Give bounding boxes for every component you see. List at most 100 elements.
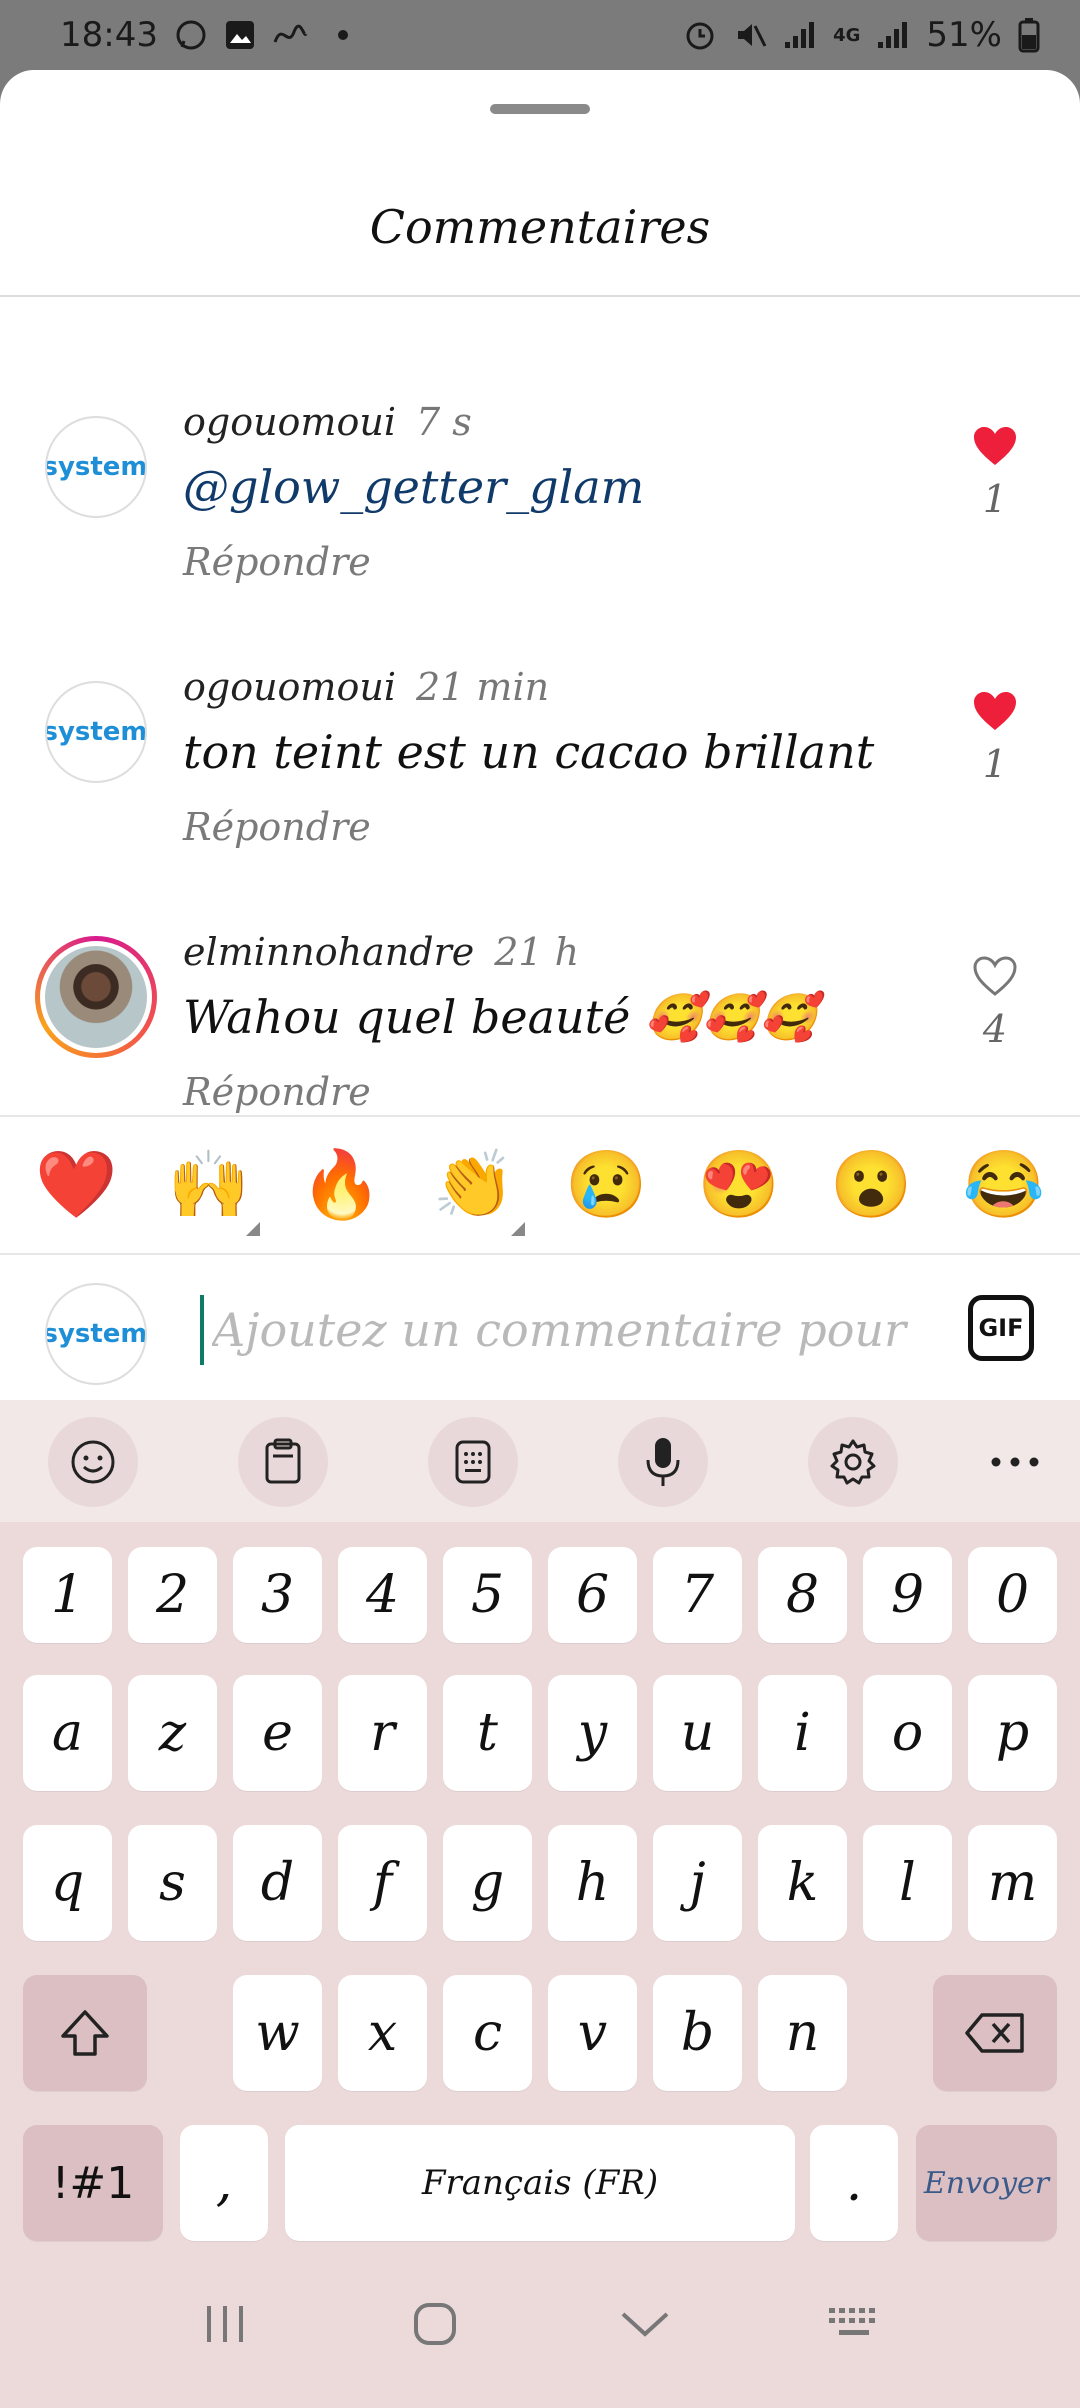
- reaction-heart-eyes[interactable]: 😍: [694, 1140, 784, 1230]
- sheet-drag-handle[interactable]: [490, 104, 590, 114]
- recent-apps-icon[interactable]: [185, 2284, 265, 2364]
- divider: [0, 1115, 1080, 1117]
- gif-button[interactable]: GIF: [968, 1295, 1034, 1361]
- key-a[interactable]: a: [23, 1675, 112, 1791]
- profile-photo: [45, 946, 147, 1048]
- story-avatar[interactable]: [35, 936, 157, 1058]
- comment-username[interactable]: elminnohandre 21 h: [183, 930, 579, 974]
- key-5[interactable]: 5: [443, 1547, 532, 1643]
- key-3[interactable]: 3: [233, 1547, 322, 1643]
- shift-key[interactable]: [23, 1975, 147, 2091]
- key-s[interactable]: s: [128, 1825, 217, 1941]
- clipboard-icon[interactable]: [238, 1417, 328, 1507]
- username-text[interactable]: elminnohandre: [183, 930, 474, 974]
- key-b[interactable]: b: [653, 1975, 742, 2091]
- reaction-surprised[interactable]: 😮: [826, 1140, 916, 1230]
- key-w[interactable]: w: [233, 1975, 322, 2091]
- skin-tone-indicator-icon: [510, 1222, 525, 1236]
- key-y[interactable]: y: [548, 1675, 637, 1791]
- like-button[interactable]: 1: [970, 425, 1020, 521]
- key-f[interactable]: f: [338, 1825, 427, 1941]
- key-j[interactable]: j: [653, 1825, 742, 1941]
- period-key[interactable]: .: [810, 2125, 898, 2241]
- avatar[interactable]: ⁑systeme: [45, 681, 147, 783]
- comment-time: 21 min: [415, 665, 550, 709]
- key-q[interactable]: q: [23, 1825, 112, 1941]
- signature-icon: [272, 17, 308, 53]
- key-o[interactable]: o: [863, 1675, 952, 1791]
- comment-input[interactable]: [200, 1295, 920, 1365]
- whatsapp-icon: [174, 17, 208, 53]
- reaction-glyph: 🙌: [167, 1146, 250, 1223]
- key-h[interactable]: h: [548, 1825, 637, 1941]
- key-d[interactable]: d: [233, 1825, 322, 1941]
- comment-time: 21 h: [494, 930, 580, 974]
- key-m[interactable]: m: [968, 1825, 1057, 1941]
- symbols-key[interactable]: !#1: [23, 2125, 163, 2241]
- username-text[interactable]: ogouomoui: [183, 400, 396, 444]
- key-e[interactable]: e: [233, 1675, 322, 1791]
- reply-button[interactable]: Répondre: [183, 540, 371, 584]
- key-n[interactable]: n: [758, 1975, 847, 2091]
- key-i[interactable]: i: [758, 1675, 847, 1791]
- microphone-icon[interactable]: [618, 1417, 708, 1507]
- reaction-raising-hands[interactable]: 🙌: [164, 1140, 260, 1236]
- key-0[interactable]: 0: [968, 1547, 1057, 1643]
- send-key[interactable]: Envoyer: [916, 2125, 1057, 2241]
- key-4[interactable]: 4: [338, 1547, 427, 1643]
- reply-button[interactable]: Répondre: [183, 805, 371, 849]
- comma-key[interactable]: ,: [180, 2125, 268, 2241]
- keyboard-mode-icon[interactable]: [428, 1417, 518, 1507]
- battery-icon: [1018, 17, 1040, 53]
- reaction-heart[interactable]: ❤️: [31, 1140, 121, 1230]
- comment-username[interactable]: ogouomoui 21 min: [183, 665, 549, 709]
- key-u[interactable]: u: [653, 1675, 742, 1791]
- home-icon[interactable]: [395, 2284, 475, 2364]
- reaction-crying[interactable]: 😢: [561, 1140, 651, 1230]
- reaction-clap[interactable]: 👏: [429, 1140, 525, 1236]
- like-button[interactable]: 1: [970, 690, 1020, 786]
- reaction-fire[interactable]: 🔥: [296, 1140, 386, 1230]
- key-8[interactable]: 8: [758, 1547, 847, 1643]
- reaction-laughing[interactable]: 😂: [959, 1140, 1049, 1230]
- comment-item: ⁑systeme ogouomoui 21 min ton teint est u…: [0, 595, 1080, 849]
- emoji-icon[interactable]: [48, 1417, 138, 1507]
- like-button[interactable]: 4: [970, 955, 1020, 1051]
- key-7[interactable]: 7: [653, 1547, 742, 1643]
- key-z[interactable]: z: [128, 1675, 217, 1791]
- battery-percent: 51%: [926, 15, 1002, 55]
- more-options-icon[interactable]: [970, 1417, 1060, 1507]
- key-c[interactable]: c: [443, 1975, 532, 2091]
- avatar-text: systeme: [45, 452, 147, 482]
- space-key[interactable]: Français (FR): [285, 2125, 795, 2241]
- key-1[interactable]: 1: [23, 1547, 112, 1643]
- key-r[interactable]: r: [338, 1675, 427, 1791]
- comment-username[interactable]: ogouomoui 7 s: [183, 400, 472, 444]
- system-nav-bar: [0, 2240, 1080, 2408]
- avatar-text: systeme: [45, 1319, 147, 1349]
- key-2[interactable]: 2: [128, 1547, 217, 1643]
- reply-button[interactable]: Répondre: [183, 1070, 371, 1114]
- key-p[interactable]: p: [968, 1675, 1057, 1791]
- alarm-icon: [683, 17, 717, 53]
- key-l[interactable]: l: [863, 1825, 952, 1941]
- key-t[interactable]: t: [443, 1675, 532, 1791]
- avatar[interactable]: ⁑systeme: [45, 416, 147, 518]
- keyboard-switch-icon[interactable]: [815, 2284, 895, 2364]
- key-x[interactable]: x: [338, 1975, 427, 2091]
- key-k[interactable]: k: [758, 1825, 847, 1941]
- shift-arrow-icon: [61, 2010, 109, 2056]
- comment-text[interactable]: @glow_getter_glam: [183, 460, 644, 514]
- comment-composer: ⁑systeme GIF: [0, 1255, 1080, 1400]
- backspace-icon: [965, 2013, 1024, 2053]
- comment-text: ton teint est un cacao brillant: [183, 725, 875, 779]
- hide-keyboard-icon[interactable]: [605, 2284, 685, 2364]
- key-v[interactable]: v: [548, 1975, 637, 2091]
- key-g[interactable]: g: [443, 1825, 532, 1941]
- backspace-key[interactable]: [933, 1975, 1057, 2091]
- key-6[interactable]: 6: [548, 1547, 637, 1643]
- comment-item: elminnohandre 21 h Wahou quel beauté 🥰🥰🥰 …: [0, 860, 1080, 1114]
- key-9[interactable]: 9: [863, 1547, 952, 1643]
- username-text[interactable]: ogouomoui: [183, 665, 396, 709]
- settings-gear-icon[interactable]: [808, 1417, 898, 1507]
